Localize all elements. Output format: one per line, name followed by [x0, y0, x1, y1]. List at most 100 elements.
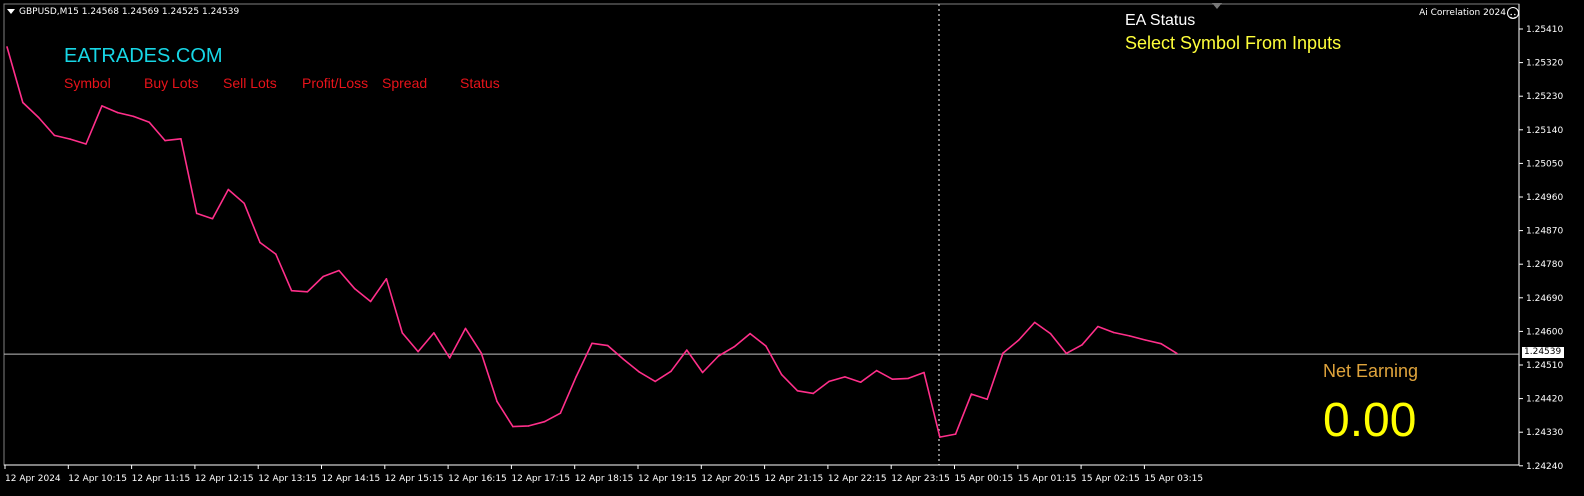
indicator-name: Ai Correlation 2024	[1419, 8, 1506, 18]
ea-status-text: Select Symbol From Inputs	[1125, 33, 1342, 53]
price-point	[749, 332, 751, 335]
time-tick-label: 12 Apr 10:15	[68, 474, 127, 484]
price-point	[543, 420, 546, 423]
price-point	[828, 380, 830, 383]
price-point	[464, 327, 467, 330]
price-point	[1018, 339, 1020, 341]
price-point	[1049, 332, 1052, 335]
price-point	[227, 188, 230, 191]
price-point	[844, 376, 846, 378]
price-tick-label: 1.24600	[1526, 327, 1563, 337]
menu-arrow-icon[interactable]	[7, 9, 15, 14]
brand-label[interactable]: EATRADES.COM	[64, 45, 223, 68]
price-point	[496, 400, 498, 403]
price-point	[322, 275, 325, 278]
time-tick-label: 12 Apr 18:15	[575, 474, 634, 484]
price-point	[433, 332, 435, 334]
chart-frame	[3, 3, 1520, 466]
price-point	[417, 350, 419, 353]
net-earning-value: 0.00	[1323, 394, 1417, 447]
time-tick-label: 12 Apr 2024	[5, 474, 61, 484]
time-tick-label: 12 Apr 22:15	[828, 474, 887, 484]
price-point	[559, 412, 562, 415]
col-header-profit-loss: Profit/Loss	[302, 75, 369, 91]
price-point	[132, 115, 135, 118]
price-point	[939, 436, 941, 438]
price-point	[1033, 321, 1036, 324]
time-tick-label: 12 Apr 12:15	[195, 474, 254, 484]
col-header-buy-lots: Buy Lots	[144, 75, 199, 91]
price-point	[670, 370, 672, 373]
price-point	[638, 371, 641, 373]
time-tick-label: 15 Apr 02:15	[1081, 474, 1140, 484]
price-tick-label: 1.24420	[1526, 395, 1563, 405]
price-point	[306, 291, 309, 293]
price-point	[480, 352, 483, 354]
price-point	[891, 378, 894, 381]
price-point	[290, 289, 293, 292]
price-point	[780, 373, 783, 376]
price-point	[1112, 331, 1115, 334]
current-price-tag: 1.24539	[1522, 347, 1564, 358]
price-point	[717, 355, 720, 357]
price-tick-label: 1.25410	[1526, 25, 1563, 35]
price-point	[116, 111, 119, 114]
smiley-icon[interactable]	[1507, 7, 1519, 19]
price-series	[6, 46, 1178, 438]
time-tick-label: 12 Apr 15:15	[385, 474, 444, 484]
price-tick-label: 1.24510	[1526, 361, 1563, 371]
symbol-info: GBPUSD,M15 1.24568 1.24569 1.24525 1.245…	[19, 7, 240, 17]
price-point	[385, 278, 388, 280]
time-axis: 12 Apr 2024 12 Apr 10:15 12 Apr 11:15 12 Ap…	[4, 465, 1203, 484]
price-point	[796, 390, 799, 392]
price-tick-label: 1.24240	[1526, 462, 1563, 472]
price-point	[812, 392, 815, 395]
price-point	[243, 202, 245, 205]
price-tick-label: 1.25230	[1526, 92, 1563, 102]
col-header-sell-lots: Sell Lots	[223, 75, 277, 91]
price-point	[69, 138, 71, 140]
dropdown-arrow-icon[interactable]	[1212, 3, 1222, 9]
price-point	[1081, 344, 1083, 346]
price-point	[733, 345, 736, 348]
price-point	[654, 380, 656, 383]
price-point	[765, 345, 767, 347]
price-tick-label: 1.24330	[1526, 428, 1563, 438]
price-point	[85, 143, 87, 145]
price-point	[575, 375, 577, 378]
price-axis: 1.25410 1.25320 1.25230 1.25140 1.25050 1.249…	[1519, 25, 1563, 472]
price-point	[1097, 325, 1099, 328]
price-point	[6, 46, 8, 48]
price-tick-label: 1.25140	[1526, 126, 1563, 136]
price-point	[954, 433, 957, 435]
col-header-symbol: Symbol	[64, 75, 111, 91]
price-point	[512, 425, 514, 428]
price-point	[22, 101, 24, 104]
price-point	[907, 377, 909, 380]
time-tick-label: 12 Apr 17:15	[511, 474, 570, 484]
price-point	[148, 121, 151, 124]
price-tick-label: 1.25050	[1526, 159, 1563, 169]
price-point	[338, 269, 340, 272]
time-tick-label: 15 Apr 01:15	[1018, 474, 1077, 484]
time-tick-label: 12 Apr 23:15	[891, 474, 950, 484]
price-point	[211, 217, 214, 220]
price-point	[195, 212, 198, 215]
price-point	[354, 288, 356, 290]
price-point	[101, 105, 103, 107]
price-point	[401, 332, 404, 334]
col-header-spread: Spread	[382, 75, 428, 91]
price-point	[1160, 342, 1162, 345]
price-point	[686, 349, 688, 351]
price-tick-label: 1.24870	[1526, 227, 1563, 237]
ea-status-label: EA Status	[1125, 12, 1196, 29]
price-point	[37, 116, 40, 119]
price-point	[164, 139, 166, 142]
price-line	[6, 46, 1178, 438]
price-point	[259, 241, 261, 244]
price-tick-label: 1.24960	[1526, 193, 1563, 203]
price-tick-label: 1.25320	[1526, 59, 1563, 69]
price-point	[622, 358, 625, 361]
price-point	[275, 253, 277, 255]
col-header-status: Status	[460, 75, 500, 91]
